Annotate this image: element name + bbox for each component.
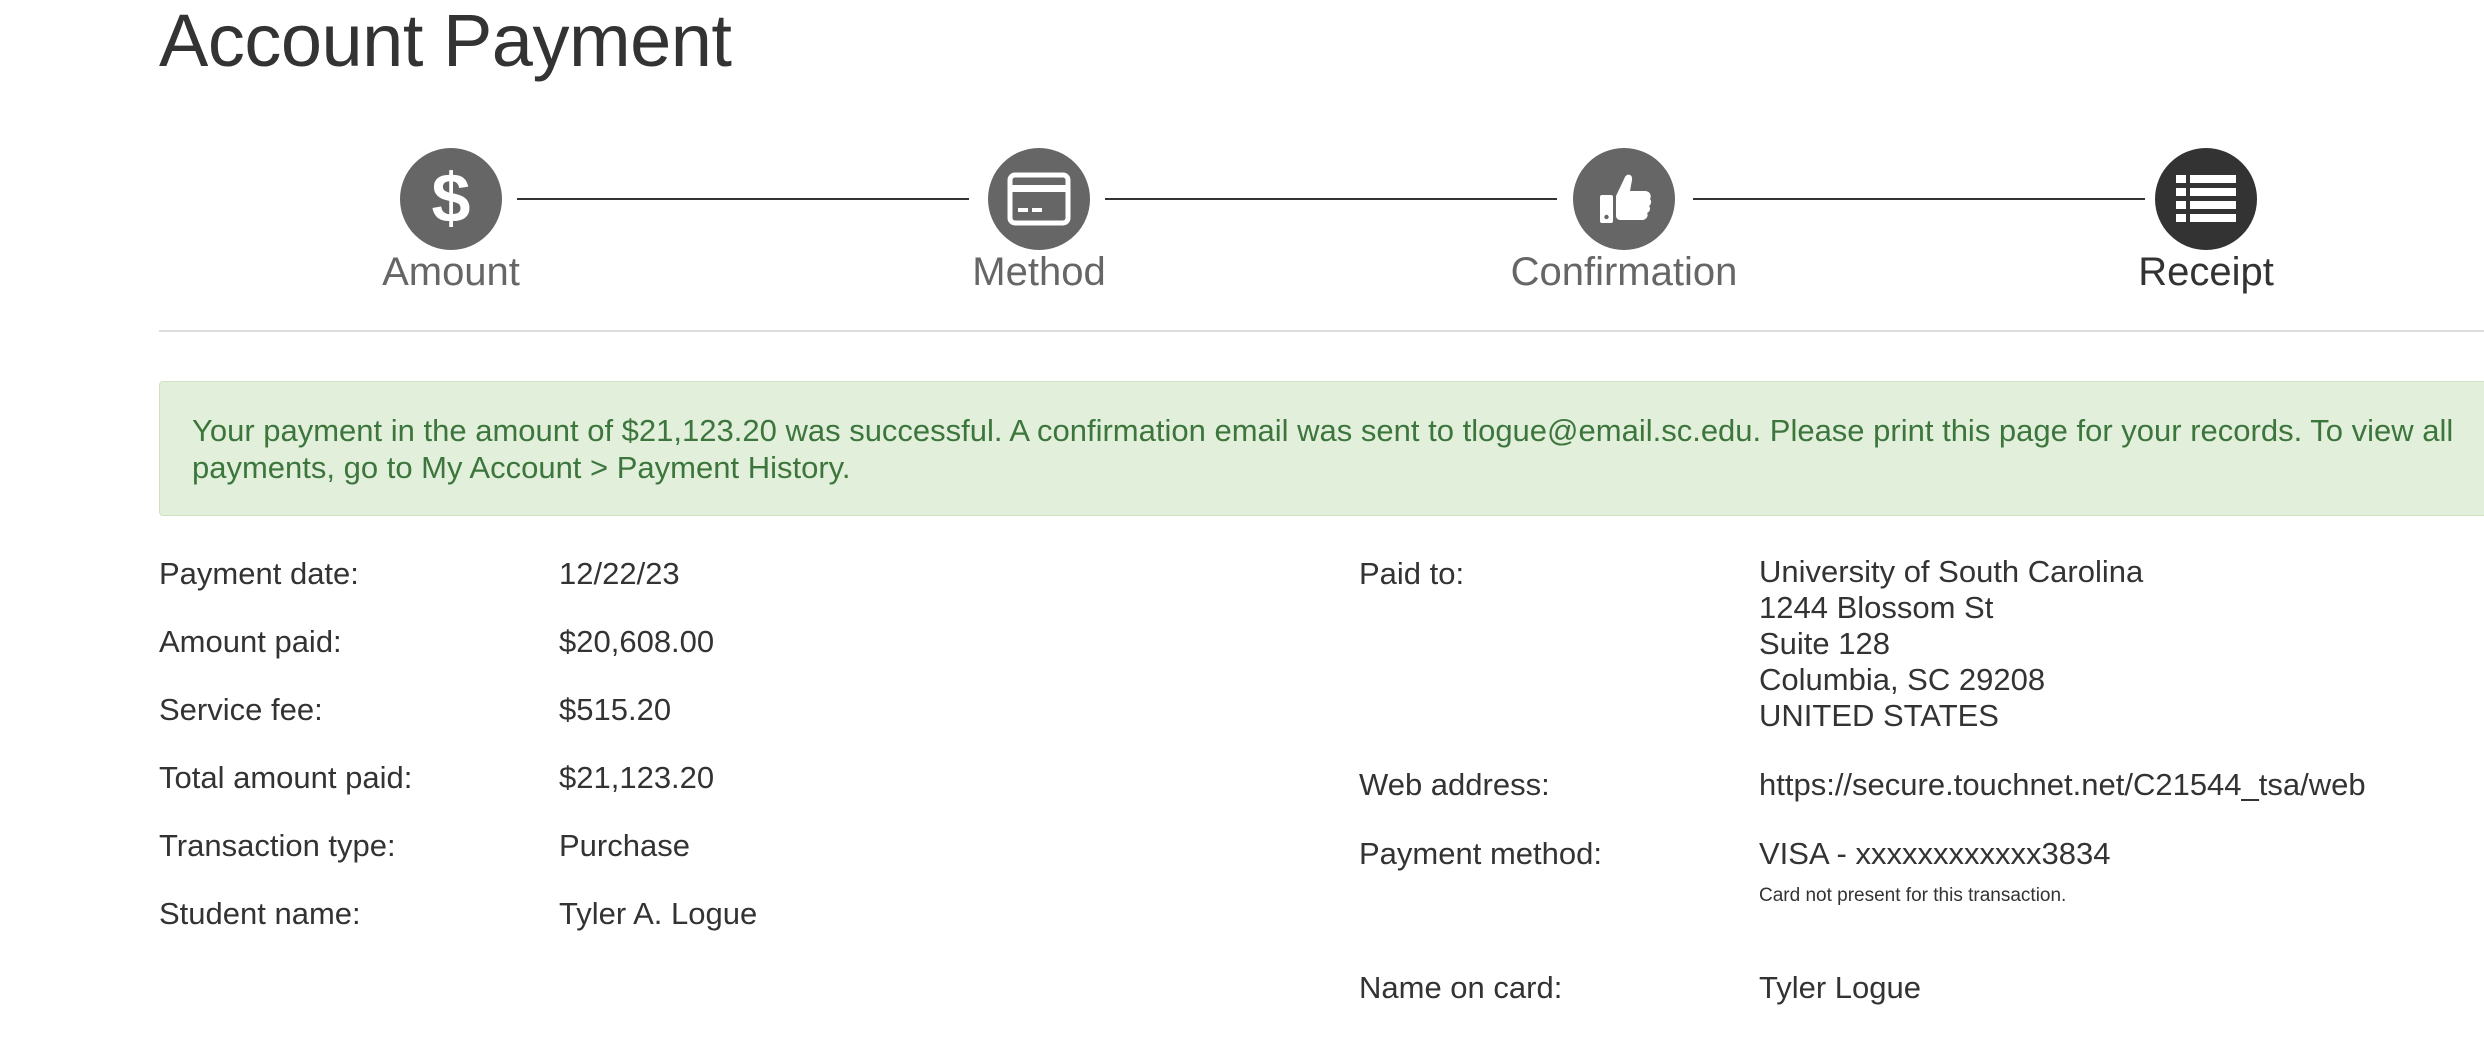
detail-label: Paid to: — [1359, 556, 1465, 591]
detail-value: $20,608.00 — [559, 624, 715, 659]
list-icon — [2155, 148, 2257, 250]
detail-value: Purchase — [559, 828, 690, 863]
step-method: Method — [909, 148, 1169, 295]
detail-label: Transaction type: — [159, 828, 396, 863]
svg-text:$: $ — [432, 164, 471, 234]
detail-value: $21,123.20 — [559, 760, 715, 795]
detail-label: Amount paid: — [159, 624, 342, 659]
detail-label: Name on card: — [1359, 970, 1563, 1005]
alert-message: Your payment in the amount of $21,123.20… — [192, 413, 2454, 485]
thumbs-up-icon — [1573, 148, 1675, 250]
page-title: Account Payment — [159, 0, 732, 82]
name-on-card-value: Tyler Logue — [1759, 970, 1921, 1005]
step-label-amount: Amount — [382, 250, 520, 294]
detail-value: Tyler A. Logue — [559, 896, 758, 931]
payment-stepper: $ Amount Method Confirmation Receipt — [159, 148, 2484, 308]
detail-label: Payment method: — [1359, 836, 1602, 871]
address-line: UNITED STATES — [1759, 698, 1999, 733]
credit-card-icon — [988, 148, 1090, 250]
detail-label: Web address: — [1359, 767, 1550, 802]
address-line: 1244 Blossom St — [1759, 590, 1994, 625]
paid-to-address: University of South Carolina 1244 Blosso… — [1759, 554, 2143, 734]
detail-label: Payment date: — [159, 556, 359, 591]
step-label-receipt: Receipt — [2138, 250, 2274, 294]
address-line: Columbia, SC 29208 — [1759, 662, 2046, 697]
detail-label: Total amount paid: — [159, 760, 413, 795]
step-connector — [517, 198, 969, 200]
step-label-method: Method — [972, 250, 1106, 294]
success-alert: Your payment in the amount of $21,123.20… — [159, 381, 2484, 516]
divider — [159, 330, 2484, 332]
detail-label: Student name: — [159, 896, 361, 931]
address-line: University of South Carolina — [1759, 554, 2144, 589]
detail-label: Service fee: — [159, 692, 323, 727]
step-receipt: Receipt — [2076, 148, 2336, 295]
web-address-value: https://secure.touchnet.net/C21544_tsa/w… — [1759, 767, 2366, 802]
dollar-icon: $ — [400, 148, 502, 250]
payment-method-value: VISA - xxxxxxxxxxxx3834 — [1759, 836, 2111, 871]
step-amount: $ Amount — [321, 148, 581, 295]
address-line: Suite 128 — [1759, 626, 1890, 661]
detail-value: 12/22/23 — [559, 556, 680, 591]
card-not-present-note: Card not present for this transaction. — [1759, 885, 2067, 906]
step-label-confirmation: Confirmation — [1510, 250, 1738, 294]
detail-value: $515.20 — [559, 692, 672, 727]
step-confirmation: Confirmation — [1494, 148, 1754, 295]
step-connector — [1105, 198, 1557, 200]
